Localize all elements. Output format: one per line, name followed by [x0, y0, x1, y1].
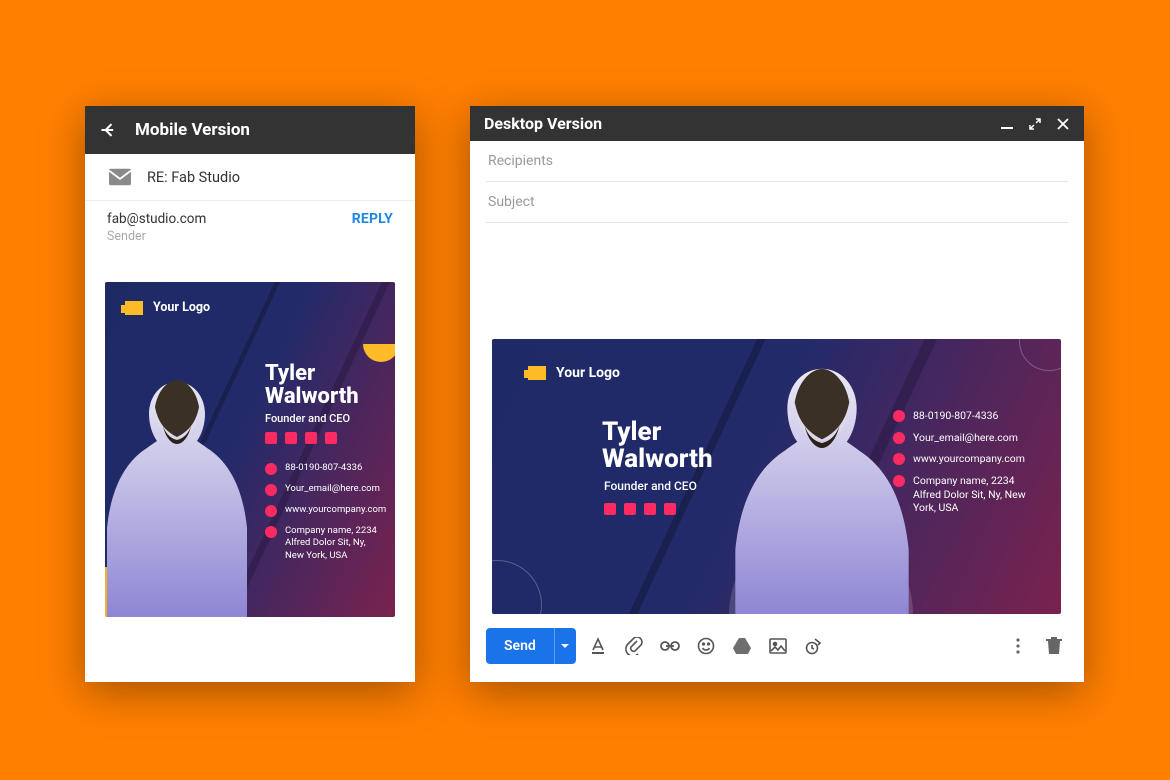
compose-body[interactable]: Your Logo TylerWalworth Founder and CEO	[470, 223, 1084, 614]
email-signature-mobile: Your Logo TylerWalworth Founder and CEO …	[105, 282, 395, 617]
drive-icon[interactable]	[728, 632, 756, 660]
logo-mark-icon	[528, 366, 546, 380]
linkedin-icon[interactable]	[325, 432, 337, 444]
mobile-titlebar: Mobile Version	[85, 106, 415, 154]
link-icon[interactable]	[656, 632, 684, 660]
twitter-icon[interactable]	[285, 432, 297, 444]
send-button[interactable]: Send	[486, 628, 554, 664]
globe-icon	[265, 505, 277, 517]
text-format-icon[interactable]	[584, 632, 612, 660]
mobile-email-window: Mobile Version RE: Fab Studio fab@studio…	[85, 106, 415, 682]
facebook-icon[interactable]	[604, 503, 616, 515]
location-icon	[893, 475, 905, 487]
logo-text: Your Logo	[153, 300, 210, 315]
person-photo	[105, 362, 257, 617]
back-arrow-icon[interactable]	[99, 120, 119, 140]
from-address: fab@studio.com	[107, 211, 206, 227]
logo-text: Your Logo	[556, 365, 620, 381]
more-icon[interactable]	[1004, 632, 1032, 660]
signature-name: TylerWalworth	[602, 419, 713, 474]
minimize-icon[interactable]	[1000, 117, 1014, 131]
contact-email: Your_email@here.com	[285, 483, 380, 495]
reply-button[interactable]: REPLY	[352, 211, 393, 227]
email-signature-desktop: Your Logo TylerWalworth Founder and CEO	[492, 339, 1061, 614]
desktop-titlebar: Desktop Version	[470, 106, 1084, 141]
expand-icon[interactable]	[1028, 117, 1042, 131]
email-icon	[893, 432, 905, 444]
attach-icon[interactable]	[620, 632, 648, 660]
emoji-icon[interactable]	[692, 632, 720, 660]
facebook-icon[interactable]	[265, 432, 277, 444]
globe-icon	[893, 453, 905, 465]
twitter-icon[interactable]	[624, 503, 636, 515]
recipients-field[interactable]: Recipients	[486, 141, 1068, 182]
contact-email: Your_email@here.com	[913, 431, 1018, 445]
signature-role: Founder and CEO	[265, 412, 350, 425]
envelope-icon	[109, 168, 131, 186]
signature-logo: Your Logo	[528, 365, 620, 381]
contact-address: Company name, 2234 Alfred Dolor Sit, Ny,…	[285, 525, 385, 562]
signature-role: Founder and CEO	[604, 479, 697, 493]
schedule-icon[interactable]	[800, 632, 828, 660]
contact-phone: 88-0190-807-4336	[913, 409, 998, 423]
signature-name: TylerWalworth	[265, 362, 359, 408]
phone-icon	[893, 410, 905, 422]
contact-address: Company name, 2234 Alfred Dolor Sit, Ny,…	[913, 474, 1033, 515]
location-icon	[265, 526, 277, 538]
email-icon	[265, 484, 277, 496]
mobile-window-title: Mobile Version	[135, 120, 250, 140]
sender-label: Sender	[107, 229, 206, 244]
linkedin-icon[interactable]	[664, 503, 676, 515]
social-icons	[265, 432, 337, 444]
close-icon[interactable]	[1056, 117, 1070, 131]
phone-icon	[265, 463, 277, 475]
compose-toolbar: Send	[470, 614, 1084, 682]
contact-website: www.yourcompany.com	[285, 504, 386, 516]
contact-phone: 88-0190-807-4336	[285, 462, 362, 474]
mobile-subject-text: RE: Fab Studio	[147, 169, 240, 186]
instagram-icon[interactable]	[644, 503, 656, 515]
person-photo	[722, 354, 922, 614]
logo-mark-icon	[125, 301, 143, 315]
desktop-window-title: Desktop Version	[484, 114, 986, 133]
image-icon[interactable]	[764, 632, 792, 660]
mobile-from-row: fab@studio.com Sender REPLY	[85, 201, 415, 252]
mobile-subject-row: RE: Fab Studio	[85, 154, 415, 201]
contact-website: www.yourcompany.com	[913, 452, 1025, 466]
subject-field[interactable]: Subject	[486, 182, 1068, 223]
signature-logo: Your Logo	[125, 300, 210, 315]
desktop-compose-window: Desktop Version Recipients Subject Your …	[470, 106, 1084, 682]
send-dropdown[interactable]	[554, 628, 576, 664]
instagram-icon[interactable]	[305, 432, 317, 444]
social-icons	[604, 503, 676, 515]
contact-list: 88-0190-807-4336 Your_email@here.com www…	[265, 462, 385, 562]
contact-list: 88-0190-807-4336 Your_email@here.com www…	[893, 409, 1033, 515]
trash-icon[interactable]	[1040, 632, 1068, 660]
